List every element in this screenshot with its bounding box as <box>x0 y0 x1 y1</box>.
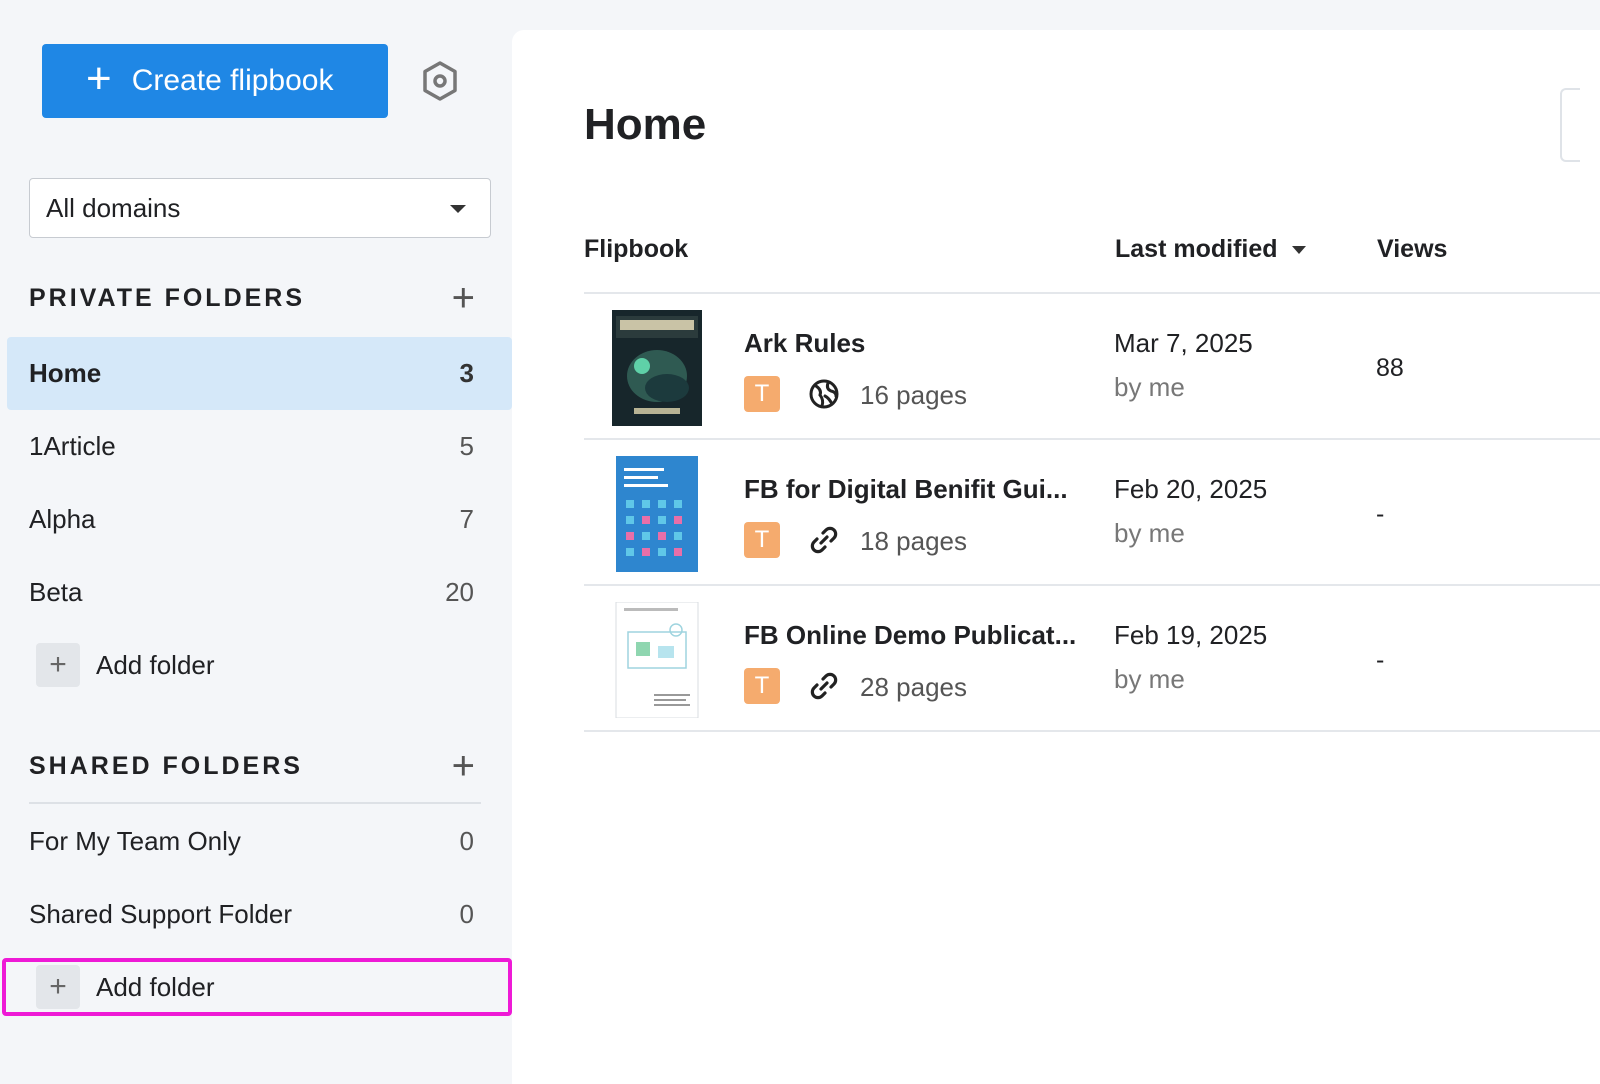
add-private-folder-icon[interactable]: + <box>452 278 491 318</box>
domain-select-value: All domains <box>46 192 181 223</box>
add-shared-folder-button[interactable]: + Add folder <box>36 965 215 1009</box>
modified-by: by me <box>1114 372 1185 402</box>
flipbook-thumbnail <box>612 310 702 426</box>
owner-avatar: T <box>744 522 780 558</box>
column-header-last-modified[interactable]: Last modified <box>1115 235 1306 264</box>
link-icon <box>810 672 838 700</box>
create-flipbook-label: Create flipbook <box>131 64 334 97</box>
column-header-label: Last modified <box>1115 235 1278 263</box>
main-panel: Home Flipbook Last modified Views Ark Ru… <box>512 30 1600 1084</box>
sidebar-item-alpha[interactable]: Alpha 7 <box>7 483 512 556</box>
folder-label: 1Article <box>29 431 116 461</box>
private-folders-header: PRIVATE FOLDERS + <box>29 278 491 318</box>
modified-date: Feb 19, 2025 <box>1114 620 1268 650</box>
link-icon <box>810 526 838 554</box>
table-row[interactable]: FB for Digital Benifit Gui... T 18 pages… <box>584 440 1600 586</box>
folder-count: 3 <box>459 358 474 388</box>
column-header-views: Views <box>1377 235 1448 263</box>
column-header-flipbook: Flipbook <box>584 235 689 263</box>
view-count: - <box>1376 646 1385 674</box>
folder-count: 0 <box>459 826 474 856</box>
page-title: Home <box>584 100 707 149</box>
sidebar-item-for-my-team-only[interactable]: For My Team Only 0 <box>7 805 512 878</box>
globe-icon <box>809 379 839 409</box>
owner-avatar: T <box>744 376 780 412</box>
folder-count: 5 <box>459 431 474 461</box>
shared-folders-header: SHARED FOLDERS + <box>29 746 491 786</box>
flipbook-name[interactable]: Ark Rules <box>744 328 865 359</box>
modified-date: Mar 7, 2025 <box>1114 328 1253 358</box>
modified-by: by me <box>1114 518 1185 548</box>
folder-label: Shared Support Folder <box>29 899 293 929</box>
flipbook-name[interactable]: FB Online Demo Publicat... <box>744 620 1076 651</box>
flipbook-thumbnail <box>615 602 699 718</box>
toolbar-button[interactable] <box>1560 88 1580 162</box>
shared-folders-title: SHARED FOLDERS <box>29 751 303 780</box>
add-shared-folder-icon[interactable]: + <box>452 746 491 786</box>
owner-avatar: T <box>744 668 780 704</box>
sidebar-item-shared-support-folder[interactable]: Shared Support Folder 0 <box>7 878 512 951</box>
sidebar-item-beta[interactable]: Beta 20 <box>7 556 512 629</box>
flipbook-name[interactable]: FB for Digital Benifit Gui... <box>744 474 1068 505</box>
table-row[interactable]: Ark Rules T 16 pages Mar 7, 2025 by me 8… <box>584 294 1600 440</box>
modified-by: by me <box>1114 664 1185 694</box>
sidebar-item-home[interactable]: Home 3 <box>7 337 512 410</box>
view-count: 88 <box>1376 354 1404 382</box>
folder-label: Beta <box>29 577 83 607</box>
modified-date: Feb 20, 2025 <box>1114 474 1268 504</box>
folder-label: Home <box>29 358 102 388</box>
plus-icon: + <box>86 54 112 103</box>
folder-label: Alpha <box>29 504 96 534</box>
folder-count: 20 <box>445 577 474 607</box>
sidebar: + Create flipbook All domains PRIVATE FO… <box>0 0 512 1084</box>
sort-down-icon <box>1291 245 1306 254</box>
sidebar-item-1article[interactable]: 1Article 5 <box>7 410 512 483</box>
add-folder-label: Add folder <box>96 971 215 1002</box>
plus-icon: + <box>36 965 80 1009</box>
folder-label: For My Team Only <box>29 826 241 856</box>
add-private-folder-button[interactable]: + Add folder <box>36 643 215 687</box>
flipbook-thumbnail <box>616 456 698 572</box>
folder-count: 0 <box>459 899 474 929</box>
folder-count: 7 <box>459 504 474 534</box>
divider <box>584 730 1600 732</box>
settings-icon[interactable] <box>420 60 460 102</box>
create-flipbook-button[interactable]: + Create flipbook <box>42 44 388 118</box>
plus-icon: + <box>36 643 80 687</box>
view-count: - <box>1376 500 1385 528</box>
add-folder-label: Add folder <box>96 649 215 680</box>
page-count: 16 pages <box>860 380 967 410</box>
chevron-down-icon <box>450 205 466 213</box>
domain-select[interactable]: All domains <box>29 178 491 238</box>
page-count: 18 pages <box>860 526 967 556</box>
private-folders-title: PRIVATE FOLDERS <box>29 283 306 312</box>
page-count: 28 pages <box>860 672 967 702</box>
table-row[interactable]: FB Online Demo Publicat... T 28 pages Fe… <box>584 586 1600 732</box>
divider <box>29 802 481 804</box>
